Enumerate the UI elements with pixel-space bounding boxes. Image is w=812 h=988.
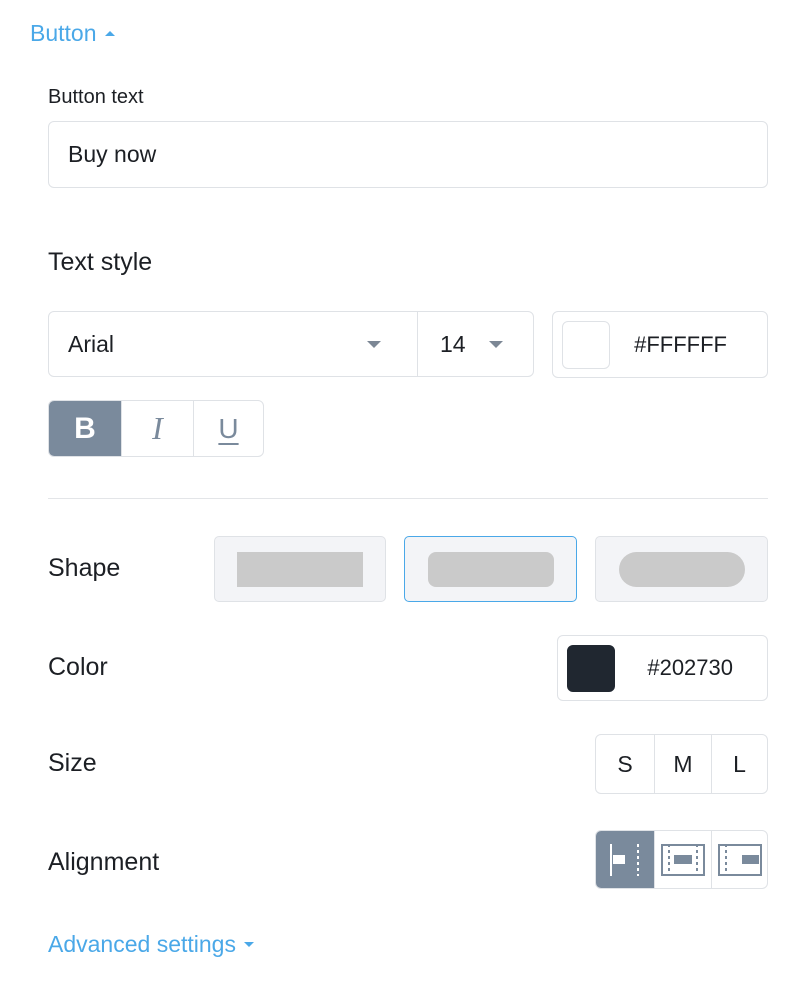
- align-right-icon: [717, 843, 762, 876]
- size-selector: S M L: [595, 734, 768, 794]
- button-color-hex: #202730: [647, 655, 733, 680]
- underline-icon: U: [218, 412, 239, 444]
- button-color-swatch[interactable]: [567, 644, 615, 692]
- size-l-button[interactable]: L: [711, 735, 767, 793]
- align-right-button[interactable]: [711, 831, 767, 888]
- font-controls: Arial 14: [48, 311, 534, 377]
- shape-square-option[interactable]: [214, 536, 386, 602]
- advanced-settings-label: Advanced settings: [48, 931, 236, 957]
- align-left-button[interactable]: [596, 831, 654, 888]
- bold-button[interactable]: B: [49, 401, 121, 456]
- rounded-shape-icon: [427, 551, 554, 587]
- size-l-label: L: [733, 750, 746, 777]
- button-text-input[interactable]: Buy now: [48, 121, 768, 188]
- text-style-label: Text style: [48, 248, 153, 276]
- color-label: Color: [48, 653, 108, 681]
- size-s-button[interactable]: S: [596, 735, 654, 793]
- section-title: Button: [30, 20, 97, 46]
- size-m-button[interactable]: M: [654, 735, 711, 793]
- underline-button[interactable]: U: [193, 401, 263, 456]
- align-left-icon: [610, 843, 639, 876]
- align-center-icon: [661, 843, 705, 876]
- chevron-down-icon: [367, 340, 381, 348]
- text-format-group: B I U: [48, 400, 264, 457]
- button-color-picker[interactable]: #202730: [557, 635, 768, 701]
- font-family-select[interactable]: Arial: [49, 312, 418, 376]
- align-center-button[interactable]: [654, 831, 711, 888]
- button-text-label: Button text: [48, 86, 144, 108]
- button-section-toggle[interactable]: Button: [30, 20, 115, 47]
- pill-shape-icon: [618, 551, 745, 587]
- caret-down-icon: [243, 942, 254, 947]
- font-family-value: Arial: [68, 330, 115, 357]
- alignment-selector: [595, 830, 768, 889]
- size-s-label: S: [617, 750, 633, 777]
- caret-up-icon: [104, 31, 115, 36]
- font-size-select[interactable]: 14: [418, 312, 533, 376]
- advanced-settings-toggle[interactable]: Advanced settings: [48, 931, 254, 958]
- alignment-label: Alignment: [48, 848, 160, 876]
- square-shape-icon: [237, 551, 363, 587]
- shape-pill-option[interactable]: [595, 536, 768, 602]
- size-label: Size: [48, 749, 97, 777]
- text-color-hex: #FFFFFF: [634, 331, 727, 357]
- italic-button[interactable]: I: [121, 401, 193, 456]
- text-color-swatch[interactable]: [562, 320, 610, 369]
- shape-label: Shape: [48, 554, 121, 582]
- chevron-down-icon: [489, 340, 503, 348]
- shape-rounded-option[interactable]: [404, 536, 577, 602]
- section-divider: [48, 498, 768, 499]
- italic-icon: I: [152, 410, 163, 446]
- size-m-label: M: [673, 750, 693, 777]
- button-text-value: Buy now: [68, 141, 157, 167]
- bold-icon: B: [74, 411, 96, 445]
- font-size-value: 14: [440, 330, 466, 357]
- text-color-picker[interactable]: #FFFFFF: [552, 311, 768, 378]
